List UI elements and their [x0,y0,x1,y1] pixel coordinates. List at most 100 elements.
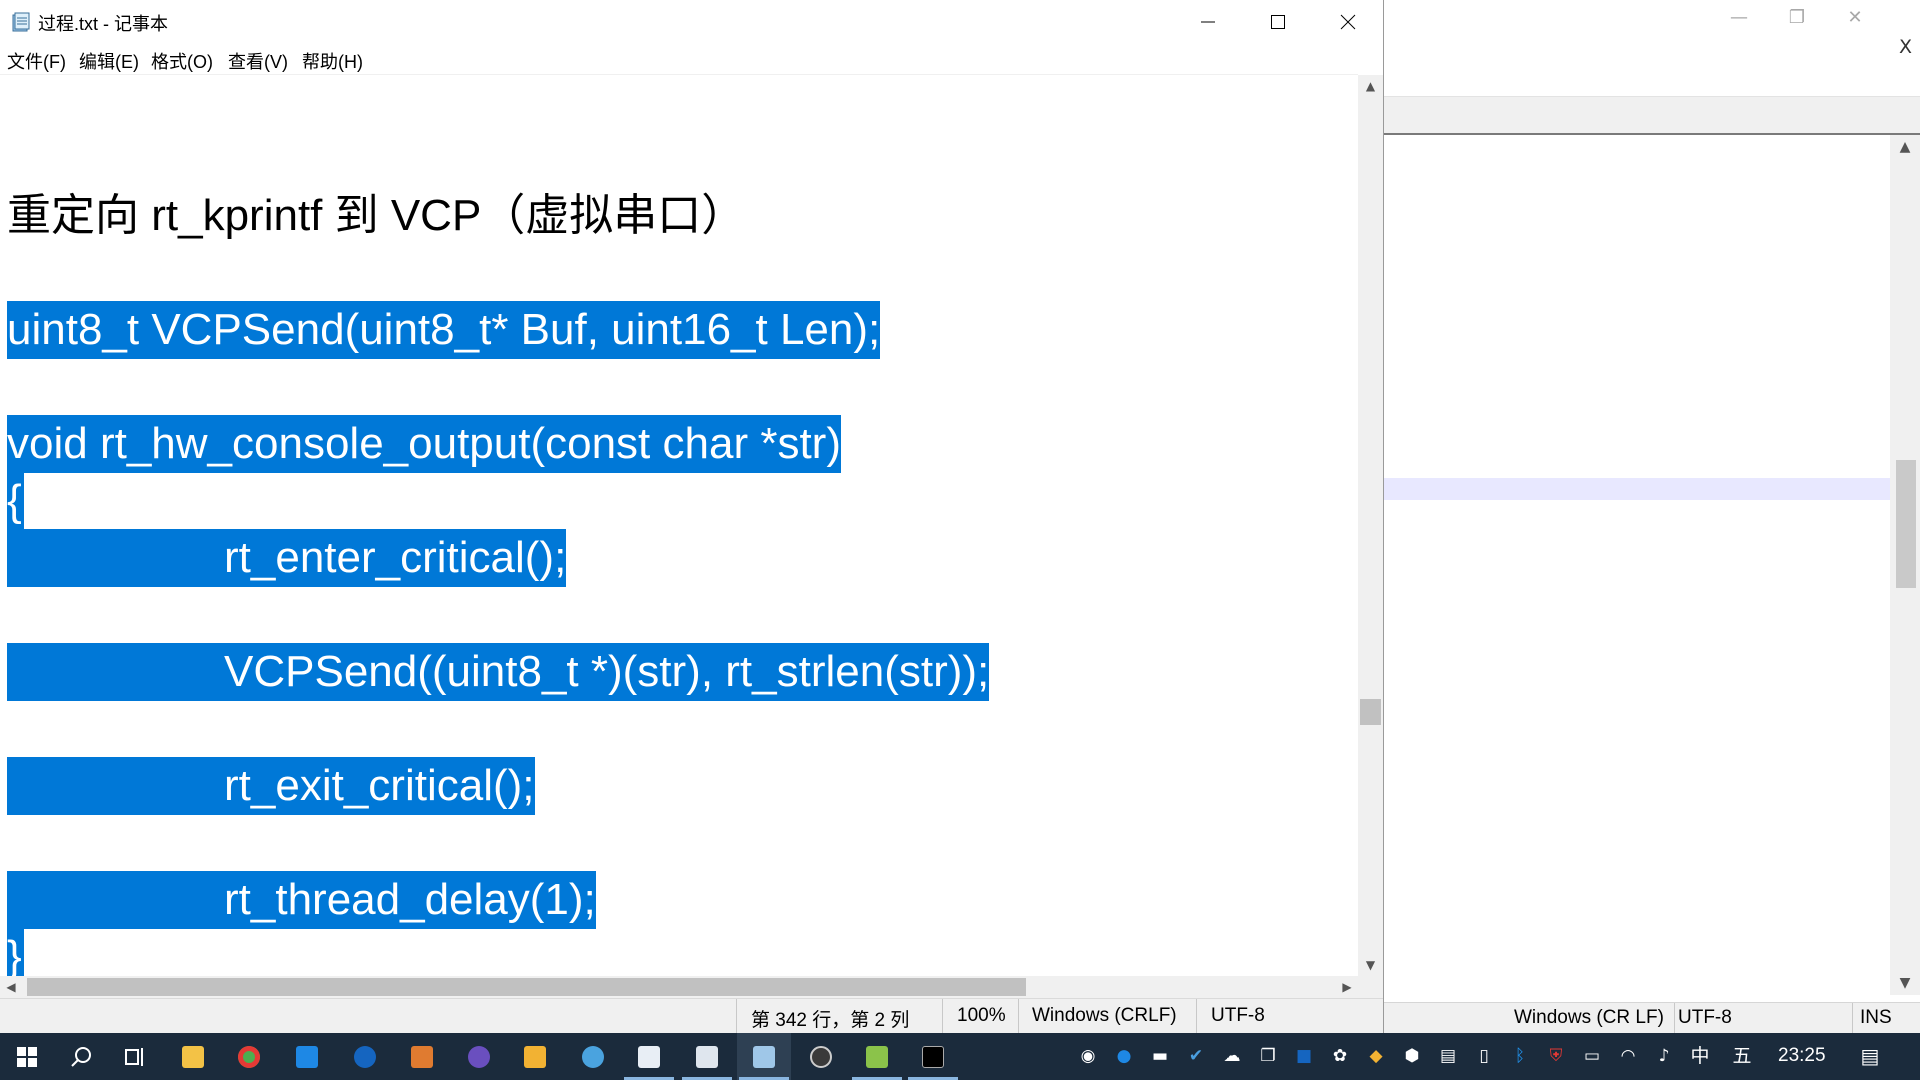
shield-app-icon[interactable]: ◆ [1366,1045,1386,1067]
task-view-button[interactable] [108,1033,162,1080]
app-orange-icon [411,1046,433,1068]
security-app-icon[interactable]: ⬢ [1402,1045,1422,1067]
bluetooth-icon[interactable]: ᛒ [1510,1045,1530,1067]
app-globe-icon [582,1046,604,1068]
copy-icon[interactable]: ❐ [1258,1045,1278,1067]
scroll-right-icon[interactable]: ▶ [1336,976,1358,998]
app-v-icon[interactable]: ✔ [1186,1045,1206,1067]
taskbar-app[interactable] [906,1033,960,1080]
scroll-thumb[interactable] [1896,460,1916,588]
line-ending-label: Windows (CR LF) [1514,1007,1664,1028]
onedrive-icon[interactable]: ☁ [1222,1045,1242,1067]
vertical-scrollbar[interactable]: ▲ ▼ [1890,135,1920,995]
notification-icon[interactable]: ▤ [1860,1045,1880,1067]
minimize-icon [1201,21,1215,23]
file-explorer-icon [182,1046,204,1068]
taskbar-app[interactable] [566,1033,620,1080]
vertical-scrollbar[interactable]: ▲ ▼ [1358,75,1383,976]
start-button[interactable] [0,1033,54,1080]
taskbar-app[interactable] [222,1033,276,1080]
taskbar-app[interactable] [680,1033,734,1080]
app-blue-icon [296,1046,318,1068]
scroll-down-icon[interactable]: ▼ [1890,971,1920,995]
clock[interactable]: 23:25 [1778,1045,1826,1067]
scroll-thumb[interactable] [1360,699,1381,725]
horizontal-scrollbar[interactable]: ◀ ▶ [0,976,1358,998]
text-line-selected: rt_exit_critical(); [7,757,535,815]
clipboard-icon[interactable]: ▤ [1438,1045,1458,1067]
taskbar-app[interactable] [280,1033,334,1080]
wifi-icon[interactable]: ◠ [1618,1045,1638,1067]
encoding-label: UTF-8 [1678,1007,1732,1028]
close-button[interactable] [1313,0,1383,44]
scroll-up-icon[interactable]: ▲ [1890,135,1920,159]
background-editor-window: — ❐ ✕ X ▲ ▼ Windows (CR LF) UTF-8 INS [1384,0,1920,1034]
current-line-highlight [1384,478,1890,500]
taskbar-app[interactable] [338,1033,392,1080]
notepad-plus-icon [866,1046,888,1068]
minimize-button[interactable] [1173,0,1243,44]
terminal-icon [922,1046,944,1068]
menu-edit[interactable]: 编辑(E) [79,48,139,74]
obs-tray-icon[interactable]: ◉ [1078,1045,1098,1067]
ime-language[interactable]: 中 [1690,1045,1710,1067]
usb-icon[interactable]: ▬ [1150,1045,1170,1067]
chrome-icon [238,1046,260,1068]
cursor-position: 第 342 行，第 2 列 [751,1010,910,1031]
scroll-up-icon[interactable]: ▲ [1358,75,1383,97]
menu-format[interactable]: 格式(O) [151,48,213,74]
taskbar-app[interactable] [794,1033,848,1080]
taskbar-app[interactable] [166,1033,220,1080]
insert-mode-label: INS [1860,1007,1892,1028]
notepad-icon [753,1046,775,1068]
text-line-selected: void rt_hw_console_output(const char *st… [7,415,841,473]
window-title: 过程.txt - 记事本 [38,14,168,34]
title-bar[interactable]: 过程.txt - 记事本 [0,0,1383,44]
scroll-thumb-horizontal[interactable] [27,978,1026,996]
taskbar-app[interactable] [395,1033,449,1080]
zoom-level: 100% [957,1005,1006,1026]
menu-view[interactable]: 查看(V) [228,48,288,74]
windows-logo-icon [17,1047,37,1067]
maximize-button[interactable] [1243,0,1313,44]
encoding-label: UTF-8 [1211,1005,1265,1026]
search-button[interactable] [54,1033,108,1080]
defender-icon[interactable]: ⛨ [1546,1045,1566,1067]
text-line-selected: rt_enter_critical(); [7,529,567,587]
status-bar: Windows (CR LF) UTF-8 INS [1384,1002,1920,1034]
app-flower-icon[interactable]: ✿ [1330,1045,1350,1067]
menu-bar: 文件(F) 编辑(E) 格式(O) 查看(V) 帮助(H) [0,44,1383,74]
text-line-heading: 重定向 rt_kprintf 到 VCP（虚拟串口） [7,191,746,240]
tab-bar [1384,97,1920,135]
device-icon[interactable]: ▯ [1474,1045,1494,1067]
taskbar-app[interactable] [622,1033,676,1080]
taskbar-app-active[interactable] [737,1033,791,1080]
menu-help[interactable]: 帮助(H) [302,48,363,74]
taskbar-app[interactable] [452,1033,506,1080]
task-view-icon [125,1048,143,1066]
volume-icon[interactable]: ♪ [1654,1045,1674,1067]
close-document-button[interactable]: X [1899,36,1912,58]
scroll-corner [1358,976,1383,998]
battery-icon[interactable]: ▭ [1582,1045,1602,1067]
app-cn-icon[interactable]: ■ [1294,1045,1314,1067]
close-icon[interactable]: ✕ [1830,4,1880,32]
taskbar-app[interactable] [850,1033,904,1080]
minimize-icon[interactable]: — [1714,4,1764,32]
editor-area[interactable] [1384,135,1890,995]
taskbar-app[interactable] [508,1033,562,1080]
app-yellow-icon [524,1046,546,1068]
ime-mode[interactable]: 五 [1732,1045,1752,1067]
notepad-window: 过程.txt - 记事本 文件(F) 编辑(E) 格式(O) 查看(V) 帮助(… [0,0,1384,1034]
menu-file[interactable]: 文件(F) [7,48,66,74]
photos-icon [696,1046,718,1068]
scroll-left-icon[interactable]: ◀ [0,976,22,998]
maximize-icon [1271,15,1285,29]
text-line-selected: uint8_t VCPSend(uint8_t* Buf, uint16_t L… [7,301,881,359]
taskbar: ◉ ● ▬ ✔ ☁ ❐ ■ ✿ ◆ ⬢ ▤ ▯ ᛒ ⛨ ▭ ◠ ♪ 中 五 23… [0,1033,1920,1080]
close-icon [1340,14,1356,30]
text-editor[interactable]: 重定向 rt_kprintf 到 VCP（虚拟串口） uint8_t VCPSe… [0,74,1358,977]
skype-icon[interactable]: ● [1114,1045,1134,1067]
restore-icon[interactable]: ❐ [1772,4,1822,32]
scroll-down-icon[interactable]: ▼ [1358,954,1383,976]
